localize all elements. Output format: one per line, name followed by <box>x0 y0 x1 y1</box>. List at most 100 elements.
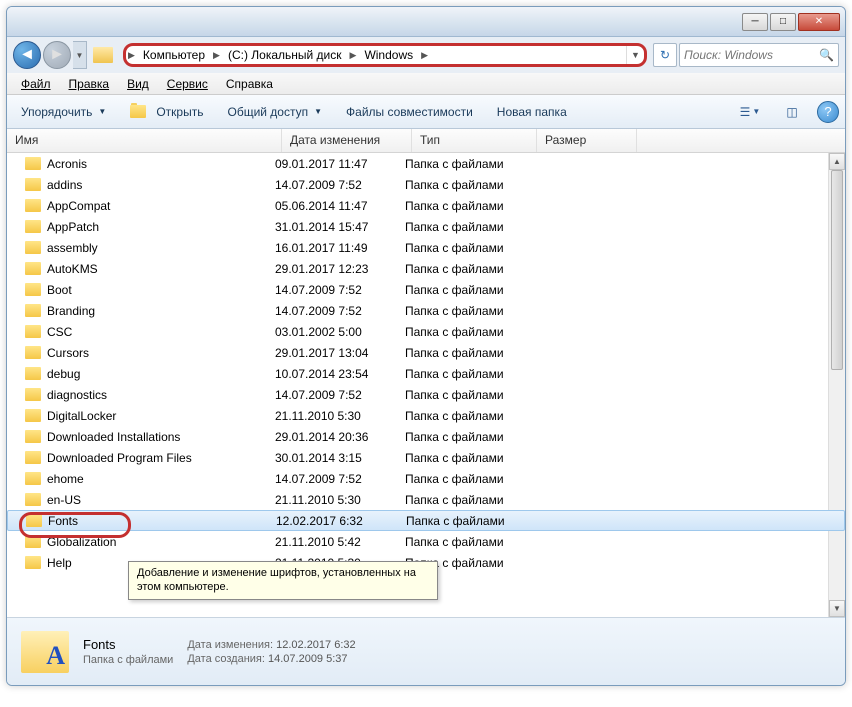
folder-row-globalization[interactable]: Globalization21.11.2010 5:42Папка с файл… <box>7 531 845 552</box>
row-date: 21.11.2010 5:30 <box>275 409 405 423</box>
breadcrumb-computer[interactable]: Компьютер <box>137 46 211 64</box>
row-type: Папка с файлами <box>405 220 530 234</box>
folder-icon <box>25 346 41 359</box>
new-folder-button[interactable]: Новая папка <box>489 101 575 123</box>
folder-row-branding[interactable]: Branding14.07.2009 7:52Папка с файлами <box>7 300 845 321</box>
nav-history-dropdown[interactable]: ▼ <box>73 41 87 69</box>
folder-icon <box>26 514 42 527</box>
column-date[interactable]: Дата изменения <box>282 129 412 152</box>
row-name: assembly <box>25 241 275 255</box>
chevron-right-icon[interactable]: ▶ <box>348 50 359 61</box>
row-date: 14.07.2009 7:52 <box>275 388 405 402</box>
forward-button[interactable]: ► <box>43 41 71 69</box>
menu-help[interactable]: Справка <box>218 75 281 93</box>
row-date: 14.07.2009 7:52 <box>275 283 405 297</box>
folder-row-diagnostics[interactable]: diagnostics14.07.2009 7:52Папка с файлам… <box>7 384 845 405</box>
maximize-button[interactable]: □ <box>770 13 796 31</box>
details-created-value: 14.07.2009 5:37 <box>268 653 348 665</box>
row-date: 29.01.2014 20:36 <box>275 430 405 444</box>
row-date: 21.11.2010 5:42 <box>275 535 405 549</box>
back-button[interactable]: ◄ <box>13 41 41 69</box>
breadcrumb-windows[interactable]: Windows <box>358 46 419 64</box>
address-bar[interactable]: ▶ Компьютер ▶ (C:) Локальный диск ▶ Wind… <box>123 43 647 67</box>
command-bar: Упорядочить▼ Открыть Общий доступ▼ Файлы… <box>7 95 845 129</box>
folder-row-digitallocker[interactable]: DigitalLocker21.11.2010 5:30Папка с файл… <box>7 405 845 426</box>
column-size[interactable]: Размер <box>537 129 637 152</box>
share-button[interactable]: Общий доступ▼ <box>219 101 330 123</box>
compat-files-button[interactable]: Файлы совместимости <box>338 101 481 123</box>
folder-icon <box>25 367 41 380</box>
folder-icon <box>25 325 41 338</box>
row-date: 14.07.2009 7:52 <box>275 304 405 318</box>
folder-row-downloaded-program-files[interactable]: Downloaded Program Files30.01.2014 3:15П… <box>7 447 845 468</box>
column-type[interactable]: Тип <box>412 129 537 152</box>
row-name: en-US <box>25 493 275 507</box>
folder-row-downloaded-installations[interactable]: Downloaded Installations29.01.2014 20:36… <box>7 426 845 447</box>
folder-icon <box>25 493 41 506</box>
search-input[interactable] <box>684 48 819 62</box>
row-date: 29.01.2017 13:04 <box>275 346 405 360</box>
menu-edit[interactable]: Правка <box>61 75 118 93</box>
row-name: Branding <box>25 304 275 318</box>
folder-row-csc[interactable]: CSC03.01.2002 5:00Папка с файлами <box>7 321 845 342</box>
folder-row-debug[interactable]: debug10.07.2014 23:54Папка с файлами <box>7 363 845 384</box>
fonts-folder-icon <box>21 631 69 673</box>
menu-view[interactable]: Вид <box>119 75 157 93</box>
folder-row-cursors[interactable]: Cursors29.01.2017 13:04Папка с файлами <box>7 342 845 363</box>
row-name: Boot <box>25 283 275 297</box>
help-button[interactable]: ? <box>817 101 839 123</box>
chevron-right-icon[interactable]: ▶ <box>419 50 430 61</box>
row-date: 10.07.2014 23:54 <box>275 367 405 381</box>
minimize-button[interactable]: ─ <box>742 13 768 31</box>
organize-button[interactable]: Упорядочить▼ <box>13 101 114 123</box>
close-button[interactable]: ✕ <box>798 13 840 31</box>
folder-row-en-us[interactable]: en-US21.11.2010 5:30Папка с файлами <box>7 489 845 510</box>
breadcrumb-drive-c[interactable]: (C:) Локальный диск <box>222 46 348 64</box>
row-date: 12.02.2017 6:32 <box>276 514 406 528</box>
address-dropdown[interactable]: ▼ <box>626 46 644 64</box>
file-list[interactable]: ▲ ▼ Acronis09.01.2017 11:47Папка с файла… <box>7 153 845 617</box>
folder-icon <box>25 388 41 401</box>
row-date: 21.11.2010 5:30 <box>275 493 405 507</box>
row-name: Fonts <box>26 514 276 528</box>
arrow-left-icon: ◄ <box>19 46 35 64</box>
row-name: Cursors <box>25 346 275 360</box>
row-date: 03.01.2002 5:00 <box>275 325 405 339</box>
folder-row-apppatch[interactable]: AppPatch31.01.2014 15:47Папка с файлами <box>7 216 845 237</box>
row-type: Папка с файлами <box>405 472 530 486</box>
row-type: Папка с файлами <box>405 430 530 444</box>
folder-row-addins[interactable]: addins14.07.2009 7:52Папка с файлами <box>7 174 845 195</box>
folder-row-fonts[interactable]: Fonts12.02.2017 6:32Папка с файлами <box>7 510 845 531</box>
row-type: Папка с файлами <box>405 262 530 276</box>
chevron-right-icon[interactable]: ▶ <box>211 50 222 61</box>
scroll-down-button[interactable]: ▼ <box>829 600 845 617</box>
folder-row-acronis[interactable]: Acronis09.01.2017 11:47Папка с файлами <box>7 153 845 174</box>
folder-row-assembly[interactable]: assembly16.01.2017 11:49Папка с файлами <box>7 237 845 258</box>
search-box[interactable]: 🔍 <box>679 43 839 67</box>
row-name: AutoKMS <box>25 262 275 276</box>
details-type: Папка с файлами <box>83 654 173 666</box>
folder-icon <box>25 430 41 443</box>
menu-tools[interactable]: Сервис <box>159 75 216 93</box>
view-options-button[interactable]: ☰▼ <box>733 100 767 124</box>
row-name: debug <box>25 367 275 381</box>
menu-bar: Файл Правка Вид Сервис Справка <box>7 73 845 95</box>
folder-row-appcompat[interactable]: AppCompat05.06.2014 11:47Папка с файлами <box>7 195 845 216</box>
folder-icon <box>25 556 41 569</box>
folder-icon <box>25 283 41 296</box>
folder-row-boot[interactable]: Boot14.07.2009 7:52Папка с файлами <box>7 279 845 300</box>
folder-icon <box>25 472 41 485</box>
row-type: Папка с файлами <box>406 514 531 528</box>
row-date: 30.01.2014 3:15 <box>275 451 405 465</box>
row-date: 29.01.2017 12:23 <box>275 262 405 276</box>
folder-icon <box>25 199 41 212</box>
menu-file[interactable]: Файл <box>13 75 59 93</box>
preview-pane-button[interactable]: ◫ <box>775 100 809 124</box>
row-type: Папка с файлами <box>405 199 530 213</box>
open-button[interactable]: Открыть <box>122 101 211 123</box>
folder-row-autokms[interactable]: AutoKMS29.01.2017 12:23Папка с файлами <box>7 258 845 279</box>
folder-row-ehome[interactable]: ehome14.07.2009 7:52Папка с файлами <box>7 468 845 489</box>
column-name[interactable]: Имя <box>7 129 282 152</box>
chevron-right-icon[interactable]: ▶ <box>126 50 137 61</box>
refresh-button[interactable]: ↻ <box>653 43 677 67</box>
